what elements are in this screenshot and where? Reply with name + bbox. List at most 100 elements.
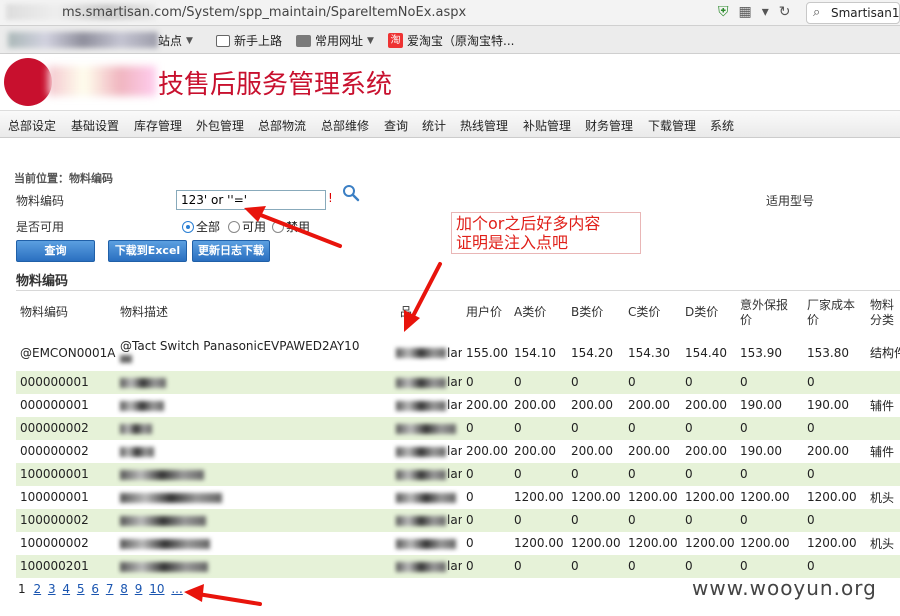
code-input[interactable] (176, 190, 326, 210)
nav-item[interactable]: 下载管理 (648, 117, 696, 134)
reload-icon[interactable]: ↻ (779, 4, 791, 20)
table-row[interactable]: 000000002 0 0 0 0 0 0 0 (16, 416, 900, 440)
radio-disabled[interactable]: 禁用 (272, 218, 310, 235)
query-button[interactable]: 查询 (16, 240, 95, 262)
redacted-logo-text (48, 66, 156, 96)
cell-insurance: 190.00 (740, 398, 782, 412)
table-row[interactable]: 000000001 lan 200.00 200.00 200.00 200.0… (16, 394, 900, 417)
cell-cost: 1200.00 (807, 490, 857, 504)
nav-item[interactable]: 补贴管理 (523, 117, 571, 134)
annotation-note: 加个or之后好多内容 证明是注入点吧 (451, 212, 641, 254)
page-link[interactable]: 2 (33, 582, 41, 596)
col-header[interactable]: 用户价 (462, 290, 510, 335)
nav-item[interactable]: 热线管理 (460, 117, 508, 134)
page-link[interactable]: 7 (106, 582, 114, 596)
dropdown-icon[interactable]: ▾ (762, 4, 769, 20)
qr-code-icon[interactable]: ▦ (739, 4, 752, 20)
nav-item[interactable]: 外包管理 (196, 117, 244, 134)
col-header[interactable]: B类价 (567, 290, 624, 335)
col-header[interactable]: 物料分类 (866, 290, 900, 335)
cell-c: 154.30 (628, 345, 670, 360)
nav-item[interactable]: 总部维修 (321, 117, 369, 134)
table-row[interactable]: 100000002 0 1200.00 1200.00 1200.00 1200… (16, 532, 900, 555)
radio-checked-icon[interactable] (182, 220, 194, 233)
page-link[interactable]: 5 (77, 582, 85, 596)
cell-insurance: 1200.00 (740, 536, 790, 550)
page-link-more[interactable]: ... (171, 582, 182, 596)
breadcrumb: 当前位置：物料编码 (14, 172, 113, 185)
col-header[interactable]: 意外保报价 (736, 290, 803, 335)
cell-c: 1200.00 (628, 490, 678, 504)
cell-desc (116, 462, 392, 486)
nav-item[interactable]: 查询 (384, 117, 408, 134)
cell-cost: 200.00 (807, 444, 849, 458)
bookmark-taobao[interactable]: 淘 爱淘宝（原淘宝特... (388, 32, 514, 49)
cell-b: 0 (567, 370, 624, 394)
cell-d: 200.00 (685, 444, 727, 458)
cell-b: 0 (567, 554, 624, 578)
arrow-to-pager-icon (196, 592, 262, 606)
page-link[interactable]: 8 (120, 582, 128, 596)
radio-enabled[interactable]: 可用 (228, 218, 266, 235)
shield-icon[interactable]: ⛨ (718, 4, 729, 20)
col-header[interactable]: 物料编码 (16, 290, 116, 335)
url-text[interactable]: ms.smartisan.com/System/spp_maintain/Spa… (62, 5, 466, 20)
page-link[interactable]: 3 (48, 582, 56, 596)
radio-unchecked-icon[interactable] (272, 220, 284, 233)
cell-b: 200.00 (571, 444, 613, 458)
cell-cost: 0 (803, 462, 866, 486)
table-row[interactable]: 000000001 lan 0 0 0 0 0 0 0 (16, 370, 900, 394)
nav-item[interactable]: 库存管理 (134, 117, 182, 134)
cell-desc (116, 370, 392, 394)
download-excel-button[interactable]: 下载到Excel (108, 240, 187, 262)
bookmark-sites[interactable]: 站点 ▼ (158, 32, 193, 49)
logo-icon (4, 58, 52, 106)
cell-a: 1200.00 (514, 536, 564, 550)
nav-item[interactable]: 系统 (710, 117, 734, 134)
col-header[interactable]: A类价 (510, 290, 567, 335)
cell-brand (392, 486, 462, 509)
nav-item[interactable]: 统计 (422, 117, 446, 134)
page-link[interactable]: 4 (62, 582, 70, 596)
system-title: 技售后服务管理系统 (158, 70, 393, 100)
table-row[interactable]: 000000002 lan 200.00 200.00 200.00 200.0… (16, 440, 900, 463)
nav-item[interactable]: 总部设定 (8, 117, 56, 134)
radio-unchecked-icon[interactable] (228, 220, 240, 233)
browser-search-box[interactable]: ⌕ Smartisan12 (806, 2, 900, 24)
radio-label: 禁用 (286, 220, 311, 234)
cell-insurance: 153.90 (740, 345, 782, 360)
bookmark-common-sites[interactable]: 常用网址 ▼ (296, 32, 374, 49)
cell-c: 200.00 (628, 398, 670, 412)
cell-c: 0 (624, 462, 681, 486)
browser-url-bar[interactable]: ms.smartisan.com/System/spp_maintain/Spa… (0, 0, 900, 26)
bookmark-getting-started[interactable]: 新手上路 (216, 32, 282, 49)
nav-item[interactable]: 财务管理 (585, 117, 633, 134)
col-header[interactable]: 品 (392, 290, 462, 335)
col-header[interactable]: D类价 (681, 290, 736, 335)
table-row[interactable]: 100000002 lan 0 0 0 0 0 0 0 (16, 508, 900, 532)
bookmark-label: 站点 (158, 34, 183, 48)
radio-all[interactable]: 全部 (182, 218, 220, 235)
nav-item[interactable]: 总部物流 (258, 117, 306, 134)
table-row[interactable]: @EMCON0001A @Tact Switch PanasonicEVPAWE… (16, 335, 900, 371)
table-row[interactable]: 100000201 lan 0 0 0 0 0 0 0 (16, 554, 900, 578)
page-link[interactable]: 6 (91, 582, 99, 596)
cell-desc (116, 394, 392, 417)
radio-label: 全部 (196, 220, 221, 234)
cell-brand: lan (392, 508, 462, 532)
update-log-download-button[interactable]: 更新日志下载 (192, 240, 270, 262)
cell-desc (116, 554, 392, 578)
cell-a: 0 (510, 554, 567, 578)
table-row[interactable]: 100000001 0 1200.00 1200.00 1200.00 1200… (16, 486, 900, 509)
cell-a: 1200.00 (514, 490, 564, 504)
page-link[interactable]: 10 (149, 582, 164, 596)
nav-item[interactable]: 基础设置 (71, 117, 119, 134)
annotation-line: 加个or之后好多内容 (456, 214, 601, 233)
search-icon[interactable] (342, 184, 360, 202)
col-header[interactable]: 厂家成本价 (803, 290, 866, 335)
cell-price: 0 (462, 554, 510, 578)
page-link[interactable]: 9 (135, 582, 143, 596)
col-header[interactable]: C类价 (624, 290, 681, 335)
table-row[interactable]: 100000001 lan 0 0 0 0 0 0 0 (16, 462, 900, 486)
redacted-bookmarks (8, 32, 158, 48)
